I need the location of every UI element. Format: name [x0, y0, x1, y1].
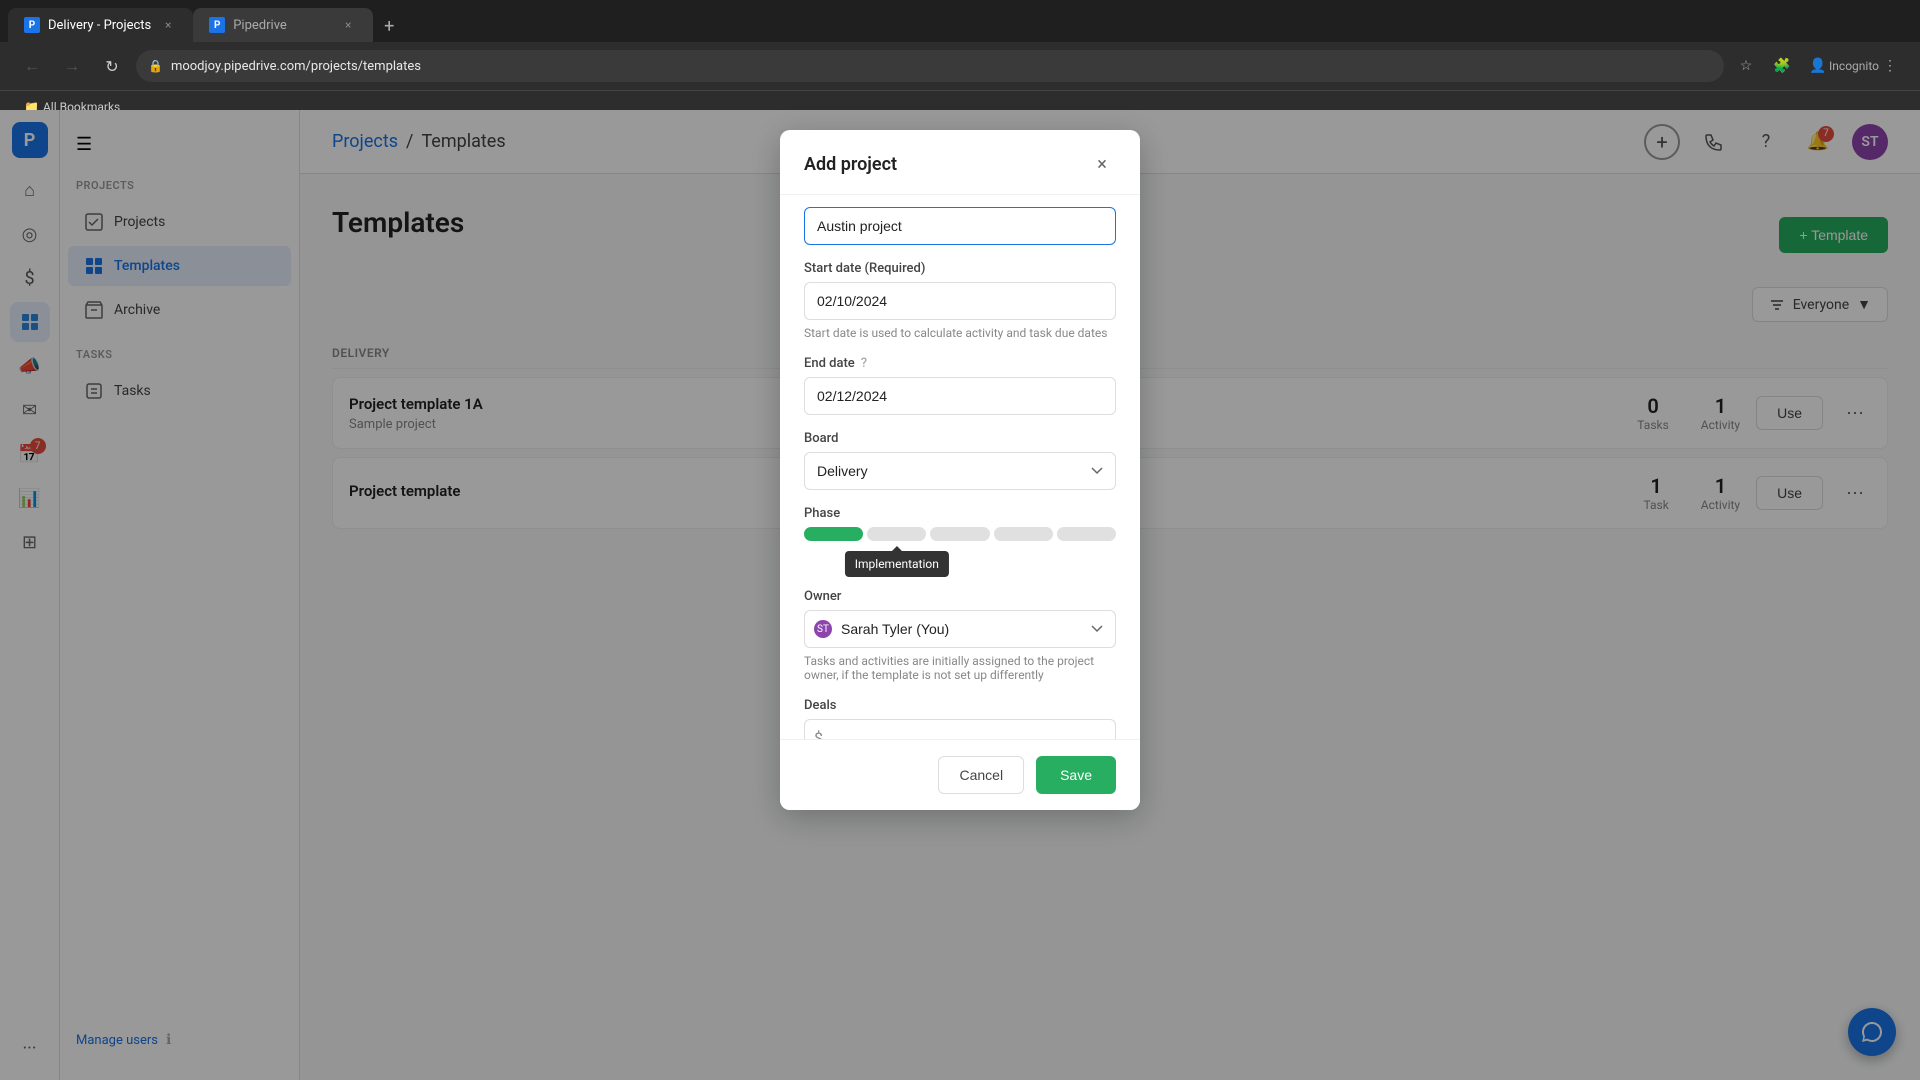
bookmark-star-btn[interactable]: ☆ — [1732, 52, 1760, 80]
phase-group: Phase Implementation — [804, 506, 1116, 541]
start-date-label-text: Start date (Required) — [804, 261, 925, 276]
board-label-text: Board — [804, 431, 838, 446]
end-date-label: End date ? — [804, 356, 1116, 371]
project-name-group — [804, 195, 1116, 245]
tab-favicon: P — [24, 17, 40, 33]
end-date-group: End date ? — [804, 356, 1116, 415]
phase-label: Phase — [804, 506, 1116, 521]
menu-btn[interactable]: ⋮ — [1876, 52, 1904, 80]
phase-bars-container: Implementation — [804, 527, 1116, 541]
modal-footer: Cancel Save — [780, 739, 1140, 810]
phase-bar-2[interactable]: Implementation — [867, 527, 926, 541]
profile-btn[interactable]: 👤 — [1804, 52, 1832, 80]
start-date-group: Start date (Required) Start date is used… — [804, 261, 1116, 340]
phase-bar-1[interactable] — [804, 527, 863, 541]
forward-btn[interactable]: → — [56, 50, 88, 82]
tab-close-btn[interactable]: × — [159, 16, 177, 34]
modal-overlay[interactable]: Add project × Start date (Required) Star… — [0, 110, 1920, 1080]
incognito-label: Incognito — [1840, 52, 1868, 80]
tab2-label: Pipedrive — [233, 18, 287, 33]
browser-tabs: P Delivery - Projects × P Pipedrive × + — [0, 0, 1920, 42]
phase-label-text: Phase — [804, 506, 840, 521]
end-date-label-text: End date — [804, 356, 855, 371]
url-text: moodjoy.pipedrive.com/projects/templates — [171, 59, 421, 74]
owner-avatar-icon: ST — [814, 620, 832, 638]
modal-header: Add project × — [780, 130, 1140, 195]
owner-label-text: Owner — [804, 589, 841, 604]
save-button[interactable]: Save — [1036, 756, 1116, 794]
deals-dollar-icon: $ — [814, 729, 823, 740]
start-date-label: Start date (Required) — [804, 261, 1116, 276]
browser-extension-btn[interactable]: 🧩 — [1768, 52, 1796, 80]
browser-actions: ☆ 🧩 👤 Incognito ⋮ — [1732, 52, 1904, 80]
back-btn[interactable]: ← — [16, 50, 48, 82]
address-bar[interactable]: 🔒 moodjoy.pipedrive.com/projects/templat… — [136, 50, 1724, 82]
modal-body: Start date (Required) Start date is used… — [780, 195, 1140, 739]
phase-bar-3[interactable] — [930, 527, 989, 541]
owner-group: Owner ST Sarah Tyler (You) Tasks and act… — [804, 589, 1116, 682]
refresh-btn[interactable]: ↻ — [96, 50, 128, 82]
phase-bar-4[interactable] — [994, 527, 1053, 541]
inactive-tab[interactable]: P Pipedrive × — [193, 8, 373, 42]
board-select[interactable]: Delivery — [804, 452, 1116, 490]
add-project-modal: Add project × Start date (Required) Star… — [780, 130, 1140, 810]
owner-select-wrapper: ST Sarah Tyler (You) — [804, 610, 1116, 648]
owner-helper: Tasks and activities are initially assig… — [804, 654, 1116, 682]
new-tab-btn[interactable]: + — [373, 10, 405, 42]
tab2-close-btn[interactable]: × — [339, 16, 357, 34]
lock-icon: 🔒 — [148, 59, 163, 73]
deals-input-wrapper: $ — [804, 719, 1116, 739]
deals-group: Deals $ — [804, 698, 1116, 739]
board-label: Board — [804, 431, 1116, 446]
owner-label: Owner — [804, 589, 1116, 604]
start-date-helper: Start date is used to calculate activity… — [804, 326, 1116, 340]
owner-select[interactable]: Sarah Tyler (You) — [804, 610, 1116, 648]
deals-label-text: Deals — [804, 698, 836, 713]
browser-chrome: P Delivery - Projects × P Pipedrive × + … — [0, 0, 1920, 110]
modal-close-btn[interactable]: × — [1088, 150, 1116, 178]
deals-label: Deals — [804, 698, 1116, 713]
start-date-input[interactable] — [804, 282, 1116, 320]
deals-input[interactable] — [804, 719, 1116, 739]
tab-label: Delivery - Projects — [48, 18, 151, 33]
project-name-input[interactable] — [804, 207, 1116, 245]
board-group: Board Delivery — [804, 431, 1116, 490]
active-tab[interactable]: P Delivery - Projects × — [8, 8, 193, 42]
cancel-button[interactable]: Cancel — [938, 756, 1024, 794]
end-date-input[interactable] — [804, 377, 1116, 415]
end-date-help-icon[interactable]: ? — [861, 356, 867, 371]
modal-title: Add project — [804, 154, 897, 175]
phase-tooltip: Implementation — [845, 551, 949, 577]
phase-bar-5[interactable] — [1057, 527, 1116, 541]
browser-toolbar: ← → ↻ 🔒 moodjoy.pipedrive.com/projects/t… — [0, 42, 1920, 90]
tab2-favicon: P — [209, 17, 225, 33]
